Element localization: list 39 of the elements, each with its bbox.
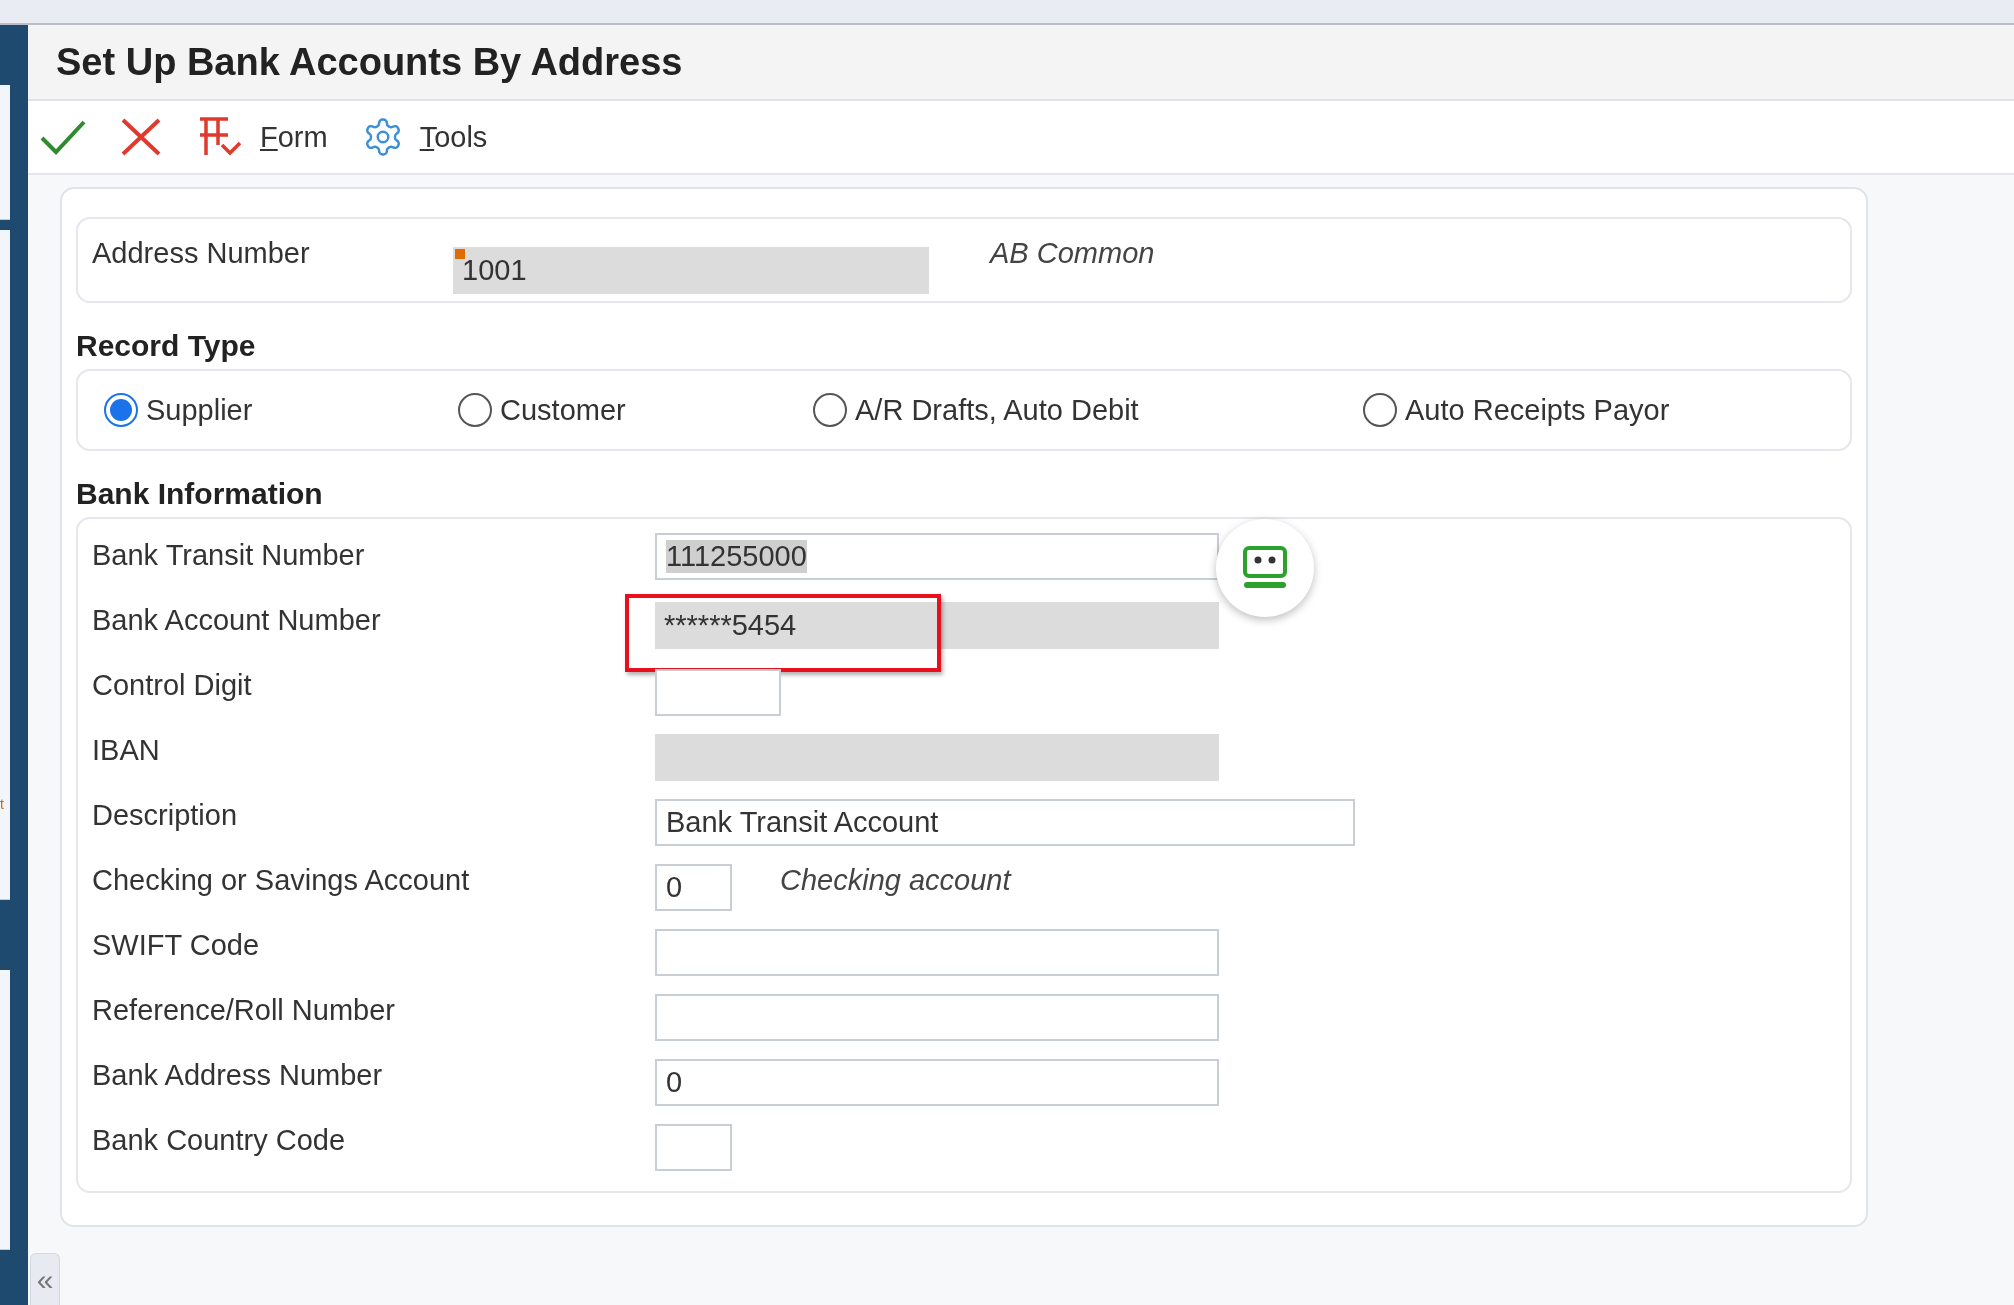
- checkmark-icon: [40, 118, 86, 156]
- input-field[interactable]: 0: [655, 1059, 1219, 1106]
- field-label: Description: [92, 799, 239, 832]
- field-label: Checking or Savings Account: [92, 864, 471, 897]
- field-label: Bank Transit Number: [92, 539, 366, 572]
- section-heading: Bank Information: [76, 477, 324, 511]
- input-field[interactable]: [655, 1124, 732, 1171]
- section-heading: Record Type: [76, 329, 257, 363]
- field-label: Bank Address Number: [92, 1059, 384, 1092]
- input-field[interactable]: Bank Transit Account: [655, 799, 1355, 846]
- field-hint: Checking account: [780, 864, 1011, 897]
- input-field[interactable]: [655, 669, 781, 716]
- input-field[interactable]: [655, 929, 1219, 976]
- field-label: Address Number: [92, 237, 311, 270]
- input-field[interactable]: 111255000: [655, 533, 1219, 580]
- radio-option[interactable]: Supplier: [104, 393, 458, 427]
- field-label: Bank Country Code: [92, 1124, 347, 1157]
- close-icon: [120, 117, 162, 157]
- radio-option[interactable]: Customer: [458, 393, 813, 427]
- radio-option[interactable]: Auto Receipts Payor: [1363, 393, 1763, 427]
- collapse-button[interactable]: «: [30, 1253, 60, 1305]
- toolbar-menu-button[interactable]: Tools: [361, 116, 488, 158]
- window-title: Set Up Bank Accounts By Address: [56, 40, 683, 84]
- field-label: IBAN: [92, 734, 161, 767]
- toolbar-menu-button[interactable]: Form: [196, 115, 328, 159]
- input-field[interactable]: 0: [655, 864, 732, 911]
- field-label: SWIFT Code: [92, 929, 261, 962]
- radio-option[interactable]: A/R Drafts, Auto Debit: [813, 393, 1363, 427]
- visual-assist-button[interactable]: [1216, 519, 1314, 617]
- address-description: AB Common: [990, 237, 1155, 270]
- address-number-field[interactable]: 1001: [453, 247, 929, 294]
- monitor-icon: [1241, 545, 1289, 591]
- field-label: Reference/Roll Number: [92, 994, 396, 1027]
- field-label: Control Digit: [92, 669, 253, 702]
- cut-off-text: t: [0, 797, 4, 811]
- input-field[interactable]: [655, 994, 1219, 1041]
- cancel-button[interactable]: [120, 117, 162, 157]
- field-label: Bank Account Number: [92, 604, 382, 637]
- ok-button[interactable]: [40, 118, 86, 156]
